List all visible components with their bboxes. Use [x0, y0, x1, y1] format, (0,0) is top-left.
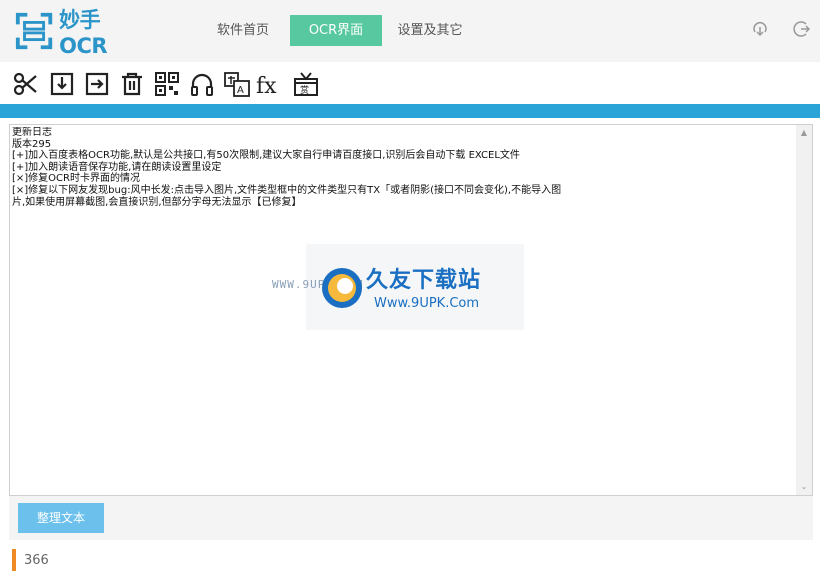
accent-strip [0, 104, 820, 118]
translate-icon[interactable]: A [223, 70, 253, 100]
tidy-text-button[interactable]: 整理文本 [18, 503, 104, 533]
scroll-up-arrow-icon[interactable]: ▲ [799, 128, 809, 138]
watermark-title: 久友下载站 [366, 268, 482, 293]
toolbar: A fx 赏 [0, 62, 820, 104]
formula-icon[interactable]: fx [256, 70, 286, 100]
vertical-scrollbar[interactable]: ▲ ⌄ [796, 125, 812, 495]
action-area: 整理文本 [9, 496, 813, 540]
headphones-icon[interactable] [188, 70, 218, 100]
app-title: 妙手OCR [59, 8, 108, 58]
exit-icon[interactable] [792, 19, 812, 39]
download-icon[interactable] [750, 19, 770, 39]
import-icon[interactable] [48, 70, 78, 100]
export-icon[interactable] [83, 70, 113, 100]
tab-ocr[interactable]: OCR界面 [290, 15, 382, 46]
reward-icon[interactable]: 赏 [292, 70, 322, 100]
character-count: 366 [24, 553, 49, 568]
svg-text:fx: fx [256, 74, 277, 98]
ocr-logo-icon [15, 12, 53, 50]
watermark: WWW.9UPK.COM 久友下载站 Www.9UPK.Com [270, 244, 530, 332]
watermark-logo-icon [322, 268, 362, 308]
tab-home[interactable]: 软件首页 [202, 15, 284, 46]
status-bar: 366 [0, 541, 820, 579]
delete-icon[interactable] [118, 70, 148, 100]
svg-text:A: A [237, 85, 244, 96]
status-accent-bar [12, 549, 16, 571]
screenshot-icon[interactable] [12, 70, 42, 100]
app-logo: 妙手OCR [14, 8, 144, 58]
scroll-down-arrow-icon[interactable]: ⌄ [799, 482, 809, 492]
svg-text:赏: 赏 [300, 84, 309, 96]
qrcode-icon[interactable] [153, 70, 183, 100]
tab-settings[interactable]: 设置及其它 [388, 15, 472, 46]
title-bar: 妙手OCR 软件首页 OCR界面 设置及其它 [0, 0, 820, 62]
watermark-subtitle: Www.9UPK.Com [374, 296, 480, 311]
